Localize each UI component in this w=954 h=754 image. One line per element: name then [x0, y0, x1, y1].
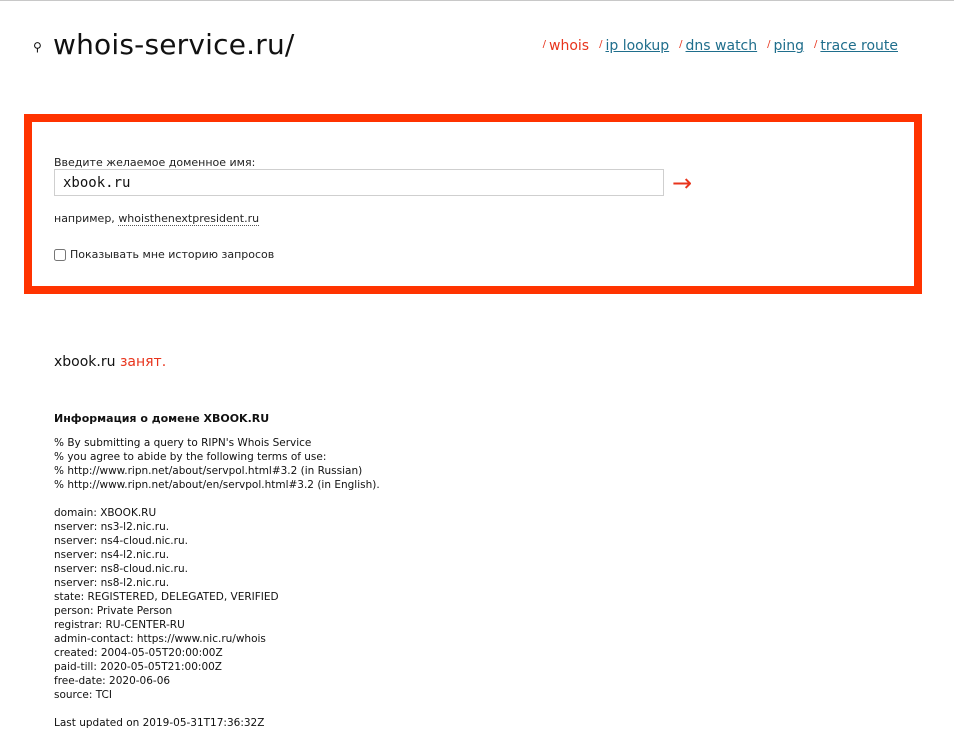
nav-item-trace-route[interactable]: / trace route	[814, 38, 898, 54]
history-option[interactable]: Показывать мне историю запросов	[54, 248, 274, 261]
whois-line: state: REGISTERED, DELEGATED, VERIFIED	[54, 591, 279, 603]
whois-line: nserver: ns3-l2.nic.ru.	[54, 521, 170, 533]
whois-line: domain: XBOOK.RU	[54, 507, 157, 519]
nav-link-ping[interactable]: ping	[774, 38, 805, 54]
result-status-line: xbook.ru занят.	[54, 354, 166, 370]
nav-link-trace-route[interactable]: trace route	[820, 38, 898, 54]
result-status: занят.	[119, 354, 167, 370]
whois-line: nserver: ns4-l2.nic.ru.	[54, 549, 170, 561]
history-label: Показывать мне историю запросов	[70, 248, 275, 261]
magnifier-icon: ⚲	[33, 40, 42, 54]
domain-input[interactable]	[54, 169, 664, 196]
site-logo[interactable]: whois-service.ru/	[53, 28, 295, 61]
whois-line: nserver: ns8-l2.nic.ru.	[54, 577, 170, 589]
whois-line: source: TCI	[54, 689, 112, 701]
top-divider	[0, 0, 954, 1]
whois-record: % By submitting a query to RIPN's Whois …	[54, 436, 380, 730]
example-prefix: например,	[54, 212, 119, 225]
nav-slash: /	[767, 39, 771, 50]
whois-line: % By submitting a query to RIPN's Whois …	[54, 437, 312, 449]
nav-slash: /	[599, 39, 603, 50]
nav-item-dns-watch[interactable]: / dns watch	[679, 38, 757, 54]
result-domain: xbook.ru	[54, 354, 116, 370]
domain-info-title: Информация о домене XBOOK.RU	[54, 412, 270, 425]
nav-item-ping[interactable]: / ping	[767, 38, 804, 54]
example-hint: например, whoisthenextpresident.ru	[54, 212, 260, 226]
nav-item-whois[interactable]: / whois	[543, 38, 589, 54]
whois-line: registrar: RU-CENTER-RU	[54, 619, 185, 631]
history-checkbox[interactable]	[54, 248, 66, 261]
nav-item-ip-lookup[interactable]: / ip lookup	[599, 38, 669, 54]
whois-line: % http://www.ripn.net/about/en/servpol.h…	[54, 479, 380, 491]
nav-slash: /	[542, 39, 547, 50]
whois-line: created: 2004-05-05T20:00:00Z	[54, 647, 223, 659]
whois-line: nserver: ns4-cloud.nic.ru.	[54, 535, 188, 547]
whois-line: paid-till: 2020-05-05T21:00:00Z	[54, 661, 222, 673]
main-nav: / whois / ip lookup / dns watch / ping /…	[533, 38, 898, 54]
whois-line: % http://www.ripn.net/about/servpol.html…	[54, 465, 363, 477]
nav-link-ip-lookup[interactable]: ip lookup	[605, 38, 669, 54]
nav-slash: /	[814, 39, 818, 50]
example-domain-link[interactable]: whoisthenextpresident.ru	[118, 212, 260, 226]
whois-line: admin-contact: https://www.nic.ru/whois	[54, 633, 266, 645]
whois-line	[54, 702, 380, 716]
whois-line: Last updated on 2019-05-31T17:36:32Z	[54, 717, 265, 729]
nav-link-dns-watch[interactable]: dns watch	[686, 38, 758, 54]
whois-line: person: Private Person	[54, 605, 173, 617]
whois-line: nserver: ns8-cloud.nic.ru.	[54, 563, 188, 575]
submit-arrow-icon[interactable]: →	[672, 171, 692, 195]
whois-line: free-date: 2020-06-06	[54, 675, 171, 687]
nav-slash: /	[679, 39, 683, 50]
whois-line	[54, 492, 380, 506]
nav-link-whois[interactable]: whois	[549, 38, 589, 54]
whois-line: % you agree to abide by the following te…	[54, 451, 327, 463]
search-label: Введите желаемое доменное имя:	[54, 156, 256, 169]
search-form: Введите желаемое доменное имя: → наприме…	[24, 114, 922, 294]
